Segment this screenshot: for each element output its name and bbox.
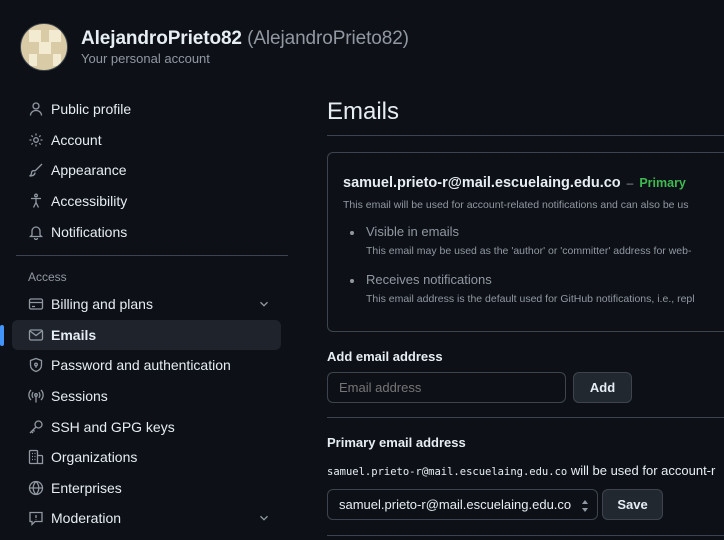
sidebar-item-accessibility[interactable]: Accessibility bbox=[12, 186, 281, 217]
sidebar-item-label: Moderation bbox=[51, 510, 122, 527]
sidebar-item-appearance[interactable]: Appearance bbox=[12, 155, 281, 186]
key-icon bbox=[28, 419, 44, 435]
save-primary-email-button[interactable]: Save bbox=[602, 489, 663, 520]
sidebar-section-access: Access bbox=[28, 269, 67, 284]
accessibility-icon bbox=[28, 193, 44, 209]
email-address-input[interactable] bbox=[327, 372, 566, 403]
organization-icon bbox=[28, 449, 44, 465]
broadcast-icon bbox=[28, 388, 44, 404]
bullet-title: Visible in emails bbox=[366, 224, 459, 239]
sidebar-item-label: Sessions bbox=[51, 388, 108, 405]
add-email-title: Add email address bbox=[327, 349, 443, 364]
sidebar-item-label: Appearance bbox=[51, 162, 127, 179]
gear-icon bbox=[28, 132, 44, 148]
email-dash: – bbox=[626, 176, 634, 190]
shield-lock-icon bbox=[28, 357, 44, 373]
title-divider bbox=[327, 135, 724, 136]
sidebar-item-notifications[interactable]: Notifications bbox=[12, 216, 281, 247]
primary-email-selected: samuel.prieto-r@mail.escuelaing.edu.co bbox=[339, 497, 572, 512]
sidebar-divider bbox=[16, 254, 288, 256]
sidebar-item-password-auth[interactable]: Password and authentication bbox=[12, 350, 281, 381]
emails-settings-panel: Emails samuel.prieto-r@mail.escuelaing.e… bbox=[327, 0, 724, 540]
sidebar-item-enterprises[interactable]: Enterprises bbox=[12, 473, 281, 504]
sidebar-item-label: SSH and GPG keys bbox=[51, 418, 175, 435]
sidebar-item-label: Accessibility bbox=[51, 193, 128, 210]
sidebar-item-label: Notifications bbox=[51, 223, 128, 240]
section-divider bbox=[327, 535, 724, 536]
credit-card-icon bbox=[28, 296, 44, 312]
primary-email-description-text: will be used for account-r bbox=[567, 463, 716, 478]
sidebar-item-public-profile[interactable]: Public profile bbox=[12, 94, 281, 125]
mail-icon bbox=[28, 327, 44, 343]
sidebar-item-label: Public profile bbox=[51, 101, 132, 118]
email-address: samuel.prieto-r@mail.escuelaing.edu.co bbox=[343, 175, 621, 191]
page-title: Emails bbox=[327, 98, 400, 125]
sidebar-item-account[interactable]: Account bbox=[12, 125, 281, 156]
sidebar-item-organizations[interactable]: Organizations bbox=[12, 442, 281, 473]
primary-email-title: Primary email address bbox=[327, 435, 466, 450]
email-description: This email will be used for account-rela… bbox=[343, 199, 689, 211]
bullet-receives-notifications: Receives notifications bbox=[350, 272, 492, 287]
sidebar-item-label: Organizations bbox=[51, 449, 138, 466]
sidebar-item-label: Billing and plans bbox=[51, 296, 153, 313]
username[interactable]: AlejandroPrieto82 bbox=[81, 28, 242, 49]
report-icon bbox=[28, 510, 44, 527]
person-icon bbox=[28, 101, 44, 117]
section-divider bbox=[327, 417, 724, 418]
primary-email-select[interactable]: samuel.prieto-r@mail.escuelaing.edu.co bbox=[327, 489, 598, 520]
sidebar-item-label: Emails bbox=[51, 326, 97, 343]
sidebar-item-label: Enterprises bbox=[51, 479, 122, 496]
settings-sidebar: Public profile Account Appearance Access… bbox=[0, 94, 290, 534]
bullet-visible-in-emails: Visible in emails bbox=[350, 224, 459, 239]
email-card: samuel.prieto-r@mail.escuelaing.edu.co – P… bbox=[327, 152, 724, 332]
avatar[interactable] bbox=[20, 23, 68, 71]
primary-email-description: samuel.prieto-r@mail.escuelaing.edu.co w… bbox=[327, 463, 715, 478]
sidebar-item-emails[interactable]: Emails bbox=[0, 319, 281, 351]
chevron-down-icon[interactable] bbox=[257, 297, 271, 311]
primary-badge: Primary bbox=[639, 176, 686, 190]
bullet-title: Receives notifications bbox=[366, 272, 492, 287]
globe-icon bbox=[28, 480, 44, 496]
sidebar-item-moderation[interactable]: Moderation bbox=[12, 503, 281, 534]
select-arrows-icon bbox=[582, 500, 588, 512]
sidebar-item-billing[interactable]: Billing and plans bbox=[12, 289, 281, 320]
sidebar-item-sessions[interactable]: Sessions bbox=[12, 381, 281, 412]
bell-icon bbox=[28, 224, 44, 240]
sidebar-item-label: Account bbox=[51, 131, 102, 148]
primary-email-mono: samuel.prieto-r@mail.escuelaing.edu.co bbox=[327, 466, 568, 478]
chevron-down-icon[interactable] bbox=[257, 511, 271, 525]
email-address-line: samuel.prieto-r@mail.escuelaing.edu.co – P… bbox=[343, 175, 686, 191]
paintbrush-icon bbox=[28, 162, 44, 178]
sidebar-item-label: Password and authentication bbox=[51, 357, 231, 374]
add-email-button[interactable]: Add bbox=[573, 372, 632, 403]
sidebar-item-ssh-gpg[interactable]: SSH and GPG keys bbox=[12, 411, 281, 442]
bullet-description: This email address is the default used f… bbox=[366, 293, 695, 305]
bullet-description: This email may be used as the 'author' o… bbox=[366, 245, 692, 257]
